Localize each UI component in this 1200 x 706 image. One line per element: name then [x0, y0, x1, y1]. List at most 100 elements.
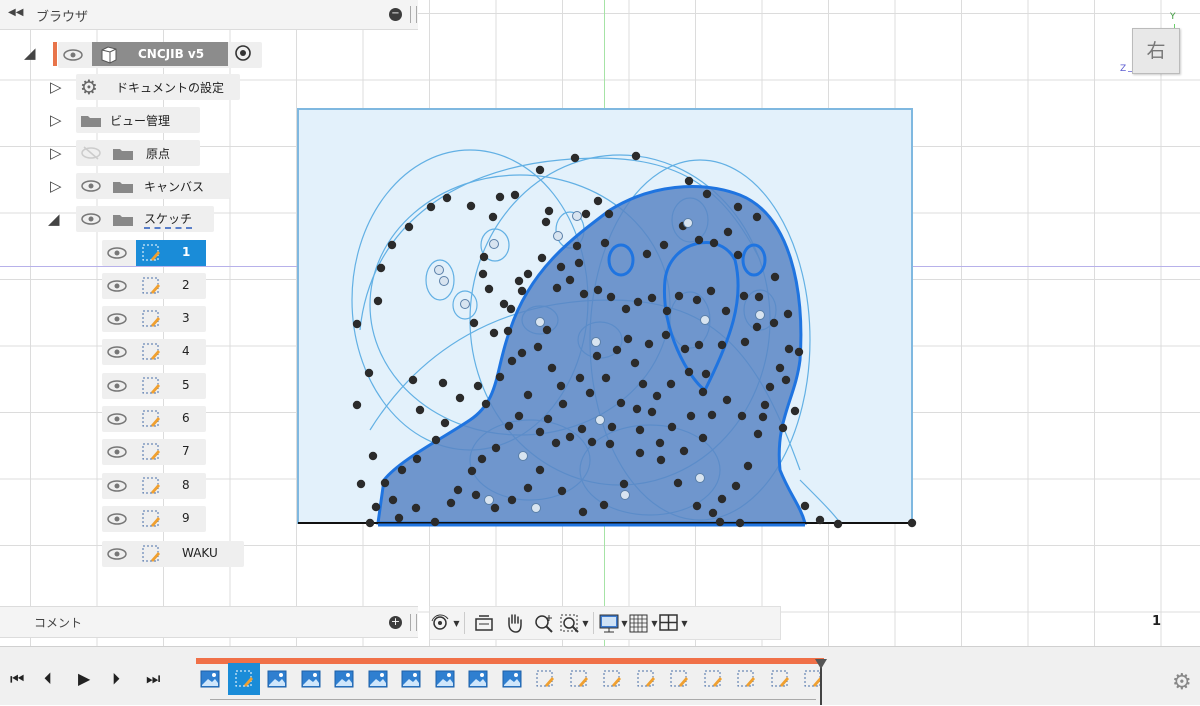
- collapse-panel-icon[interactable]: −: [389, 8, 402, 21]
- panel-grip-handle[interactable]: [410, 6, 417, 23]
- step-forward-icon[interactable]: ⏵: [112, 669, 120, 689]
- eye-icon[interactable]: [106, 311, 128, 327]
- browser-item-origin[interactable]: 原点: [76, 140, 200, 166]
- orbit-icon[interactable]: ▼: [430, 610, 460, 636]
- comment-title: コメント: [34, 616, 83, 630]
- eye-icon[interactable]: [62, 47, 84, 63]
- eye-icon[interactable]: [106, 511, 128, 527]
- timeline-item-canvas[interactable]: [198, 667, 222, 691]
- sketch-icon: [570, 670, 588, 687]
- browser-item-document-settings[interactable]: ⚙ ドキュメントの設定: [76, 74, 240, 100]
- sketch-label: 7: [182, 444, 190, 458]
- canvas-image-icon: [267, 670, 287, 688]
- eye-icon[interactable]: [106, 411, 128, 427]
- eye-hidden-icon[interactable]: [80, 145, 102, 161]
- eye-icon[interactable]: [106, 278, 128, 294]
- eye-icon[interactable]: [106, 444, 128, 460]
- collapsed-triangle-icon[interactable]: ▷: [50, 144, 62, 162]
- sketch-icon: [142, 545, 160, 562]
- activate-target-icon[interactable]: [234, 44, 252, 62]
- timeline-item-canvas[interactable]: [399, 667, 423, 691]
- browser-item-sketches[interactable]: スケッチ: [76, 206, 214, 232]
- pan-hand-icon[interactable]: [499, 610, 529, 636]
- sketch-item-waku[interactable]: WAKU: [102, 541, 244, 567]
- comment-panel: コメント +: [0, 606, 418, 638]
- timeline-item-sketch[interactable]: [734, 667, 758, 691]
- timeline-item-sketch[interactable]: [600, 667, 624, 691]
- add-comment-icon[interactable]: +: [389, 616, 402, 629]
- sketch-item-6[interactable]: 6: [102, 406, 206, 432]
- skip-start-icon[interactable]: ⏮: [10, 669, 24, 689]
- timeline-item-sketch[interactable]: [667, 667, 691, 691]
- collapsed-triangle-icon[interactable]: ▷: [50, 177, 62, 195]
- sketch-icon: [142, 310, 160, 327]
- canvas-image-icon: [435, 670, 454, 688]
- browser-item-label: 原点: [146, 146, 171, 161]
- double-chevron-left-icon[interactable]: ◀◀: [8, 7, 23, 18]
- sketch-icon: [603, 670, 621, 687]
- folder-icon: [113, 148, 133, 160]
- timeline-item-canvas[interactable]: [466, 667, 490, 691]
- sketch-item-5[interactable]: 5: [102, 373, 206, 399]
- sketch-item-9[interactable]: 9: [102, 506, 206, 532]
- timeline-settings-gear-icon[interactable]: ⚙: [1172, 670, 1192, 695]
- sketch-icon: [704, 670, 722, 687]
- collapsed-triangle-icon[interactable]: ▷: [50, 111, 62, 129]
- timeline-item-sketch[interactable]: [227, 663, 260, 695]
- sketch-icon: [142, 377, 160, 394]
- sketch-label: 3: [182, 311, 190, 325]
- expanded-triangle-icon[interactable]: ◢: [48, 210, 60, 228]
- display-settings-icon[interactable]: ▼: [598, 610, 628, 636]
- sketch-icon: [142, 244, 160, 261]
- browser-item-view-management[interactable]: ビュー管理: [76, 107, 200, 133]
- timeline-item-canvas[interactable]: [265, 667, 289, 691]
- fit-icon[interactable]: ▼: [559, 610, 589, 636]
- browser-item-label: ドキュメントの設定: [116, 80, 225, 95]
- timeline-item-canvas[interactable]: [366, 667, 390, 691]
- timeline-item-sketch[interactable]: [533, 667, 557, 691]
- sketch-item-8[interactable]: 8: [102, 473, 206, 499]
- viewcube[interactable]: 右: [1132, 28, 1180, 74]
- play-icon[interactable]: ▶: [78, 669, 90, 688]
- timeline-item-sketch[interactable]: [768, 667, 792, 691]
- eye-icon[interactable]: [80, 178, 102, 194]
- eye-icon[interactable]: [106, 245, 128, 261]
- step-back-icon[interactable]: ⏴: [44, 669, 52, 689]
- canvas-image-icon: [200, 670, 220, 688]
- sketch-item-7[interactable]: 7: [102, 439, 206, 465]
- eye-icon[interactable]: [106, 478, 128, 494]
- timeline-item-sketch[interactable]: [634, 667, 658, 691]
- sketch-item-3[interactable]: 3: [102, 306, 206, 332]
- zoom-icon[interactable]: [529, 610, 559, 636]
- eye-icon[interactable]: [80, 211, 102, 227]
- sketch-icon: [142, 343, 160, 360]
- canvas-image-icon: [301, 670, 320, 688]
- look-at-icon[interactable]: [469, 610, 499, 636]
- timeline-bar: ⏮ ⏴ ▶ ⏵ ⏭: [0, 646, 1200, 705]
- sketch-icon: [670, 670, 688, 687]
- grid-settings-icon[interactable]: ▼: [628, 610, 658, 636]
- sketch-item-2[interactable]: 2: [102, 273, 206, 299]
- eye-icon[interactable]: [106, 546, 128, 562]
- timeline-item-canvas[interactable]: [332, 667, 356, 691]
- root-component[interactable]: CNCJIB v5: [92, 42, 228, 66]
- eye-icon[interactable]: [106, 344, 128, 360]
- sketch-item-1[interactable]: 1: [102, 240, 206, 266]
- browser-item-canvas[interactable]: キャンバス: [76, 173, 230, 199]
- timeline-item-canvas[interactable]: [433, 667, 457, 691]
- canvas-image-icon: [468, 670, 488, 688]
- collapsed-triangle-icon[interactable]: ▷: [50, 78, 62, 96]
- sketch-item-4[interactable]: 4: [102, 339, 206, 365]
- skip-end-icon[interactable]: ⏭: [146, 669, 160, 689]
- timeline-marker-handle[interactable]: [815, 659, 827, 669]
- viewports-icon[interactable]: ▼: [658, 610, 688, 636]
- panel-grip-handle[interactable]: [410, 614, 417, 631]
- sketch-icon: [737, 670, 755, 687]
- timeline-item-canvas[interactable]: [299, 667, 323, 691]
- timeline-item-canvas[interactable]: [500, 667, 524, 691]
- eye-icon[interactable]: [106, 378, 128, 394]
- toolbar-divider: [464, 612, 465, 634]
- timeline-item-sketch[interactable]: [701, 667, 725, 691]
- timeline-item-sketch[interactable]: [567, 667, 591, 691]
- expanded-triangle-icon[interactable]: ◢: [24, 44, 36, 62]
